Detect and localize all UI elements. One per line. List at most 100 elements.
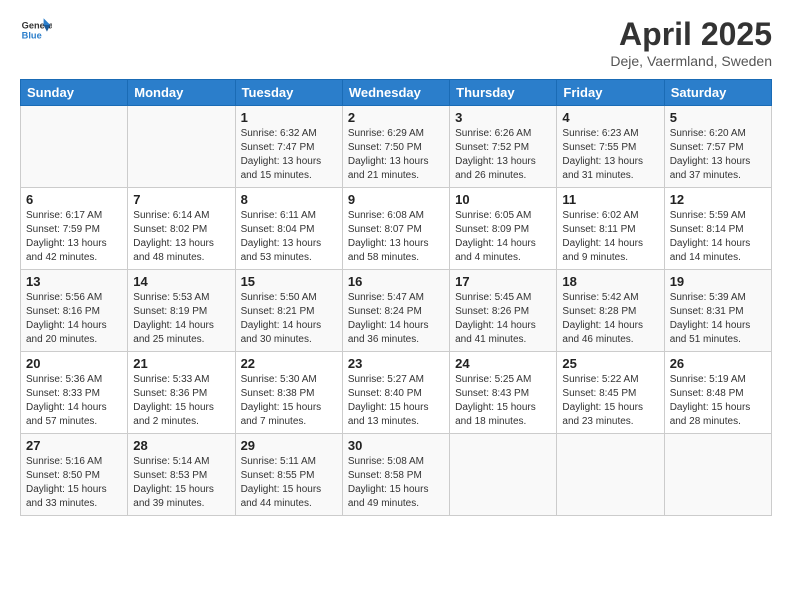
day-info: Sunrise: 5:11 AMSunset: 8:55 PMDaylight:… [241,455,337,511]
weekday-header: Friday [557,80,664,106]
calendar-cell: 30 Sunrise: 5:08 AMSunset: 8:58 PMDayligh… [342,434,449,516]
day-number: 22 [241,356,337,371]
calendar-cell [128,106,235,188]
day-number: 10 [455,192,551,207]
weekday-header: Sunday [21,80,128,106]
weekday-header: Wednesday [342,80,449,106]
calendar-week-row: 20 Sunrise: 5:36 AMSunset: 8:33 PMDayligh… [21,352,772,434]
day-info: Sunrise: 6:32 AMSunset: 7:47 PMDaylight:… [241,127,337,183]
calendar-cell [21,106,128,188]
calendar-week-row: 6Sunrise: 6:17 AMSunset: 7:59 PMDaylight… [21,188,772,270]
day-number: 8 [241,192,337,207]
location: Deje, Vaermland, Sweden [610,53,772,69]
day-info: Sunrise: 6:08 AMSunset: 8:07 PMDaylight:… [348,209,444,265]
day-number: 21 [133,356,229,371]
day-info: Sunrise: 5:36 AMSunset: 8:33 PMDaylight:… [26,373,122,429]
day-number: 14 [133,274,229,289]
day-info: Sunrise: 6:29 AMSunset: 7:50 PMDaylight:… [348,127,444,183]
calendar-cell: 14 Sunrise: 5:53 AMSunset: 8:19 PMDayligh… [128,270,235,352]
day-number: 1 [241,110,337,125]
weekday-header: Thursday [450,80,557,106]
month-title: April 2025 [610,16,772,53]
weekday-header: Tuesday [235,80,342,106]
day-number: 6 [26,192,122,207]
day-info: Sunrise: 5:14 AMSunset: 8:53 PMDaylight:… [133,455,229,511]
calendar-cell: 25Sunrise: 5:22 AMSunset: 8:45 PMDayligh… [557,352,664,434]
calendar-header: SundayMondayTuesdayWednesdayThursdayFrid… [21,80,772,106]
day-number: 11 [562,192,658,207]
calendar-table: SundayMondayTuesdayWednesdayThursdayFrid… [20,79,772,516]
calendar-cell [664,434,771,516]
calendar-cell: 10 Sunrise: 6:05 AMSunset: 8:09 PMDayligh… [450,188,557,270]
day-info: Sunrise: 5:27 AMSunset: 8:40 PMDaylight:… [348,373,444,429]
calendar-cell: 16Sunrise: 5:47 AMSunset: 8:24 PMDayligh… [342,270,449,352]
day-info: Sunrise: 5:22 AMSunset: 8:45 PMDaylight:… [562,373,658,429]
calendar-cell: 1 Sunrise: 6:32 AMSunset: 7:47 PMDaylight… [235,106,342,188]
day-number: 19 [670,274,766,289]
title-block: April 2025 Deje, Vaermland, Sweden [610,16,772,69]
day-number: 26 [670,356,766,371]
calendar-cell: 21 Sunrise: 5:33 AMSunset: 8:36 PMDayligh… [128,352,235,434]
day-info: Sunrise: 5:25 AMSunset: 8:43 PMDaylight:… [455,373,551,429]
day-info: Sunrise: 6:26 AMSunset: 7:52 PMDaylight:… [455,127,551,183]
day-number: 28 [133,438,229,453]
calendar-cell: 29 Sunrise: 5:11 AMSunset: 8:55 PMDayligh… [235,434,342,516]
page: General Blue April 2025 Deje, Vaermland,… [0,0,792,612]
day-info: Sunrise: 5:42 AMSunset: 8:28 PMDaylight:… [562,291,658,347]
day-number: 9 [348,192,444,207]
day-info: Sunrise: 5:53 AMSunset: 8:19 PMDaylight:… [133,291,229,347]
calendar-cell [450,434,557,516]
day-number: 18 [562,274,658,289]
day-number: 7 [133,192,229,207]
day-number: 15 [241,274,337,289]
day-number: 4 [562,110,658,125]
calendar-cell: 22Sunrise: 5:30 AMSunset: 8:38 PMDayligh… [235,352,342,434]
calendar-cell: 3 Sunrise: 6:26 AMSunset: 7:52 PMDaylight… [450,106,557,188]
calendar-cell: 15 Sunrise: 5:50 AMSunset: 8:21 PMDayligh… [235,270,342,352]
day-number: 3 [455,110,551,125]
calendar-cell: 2Sunrise: 6:29 AMSunset: 7:50 PMDaylight… [342,106,449,188]
weekday-header: Monday [128,80,235,106]
day-number: 30 [348,438,444,453]
day-info: Sunrise: 5:08 AMSunset: 8:58 PMDaylight:… [348,455,444,511]
calendar-cell: 9 Sunrise: 6:08 AMSunset: 8:07 PMDaylight… [342,188,449,270]
calendar-cell: 20 Sunrise: 5:36 AMSunset: 8:33 PMDayligh… [21,352,128,434]
day-info: Sunrise: 5:39 AMSunset: 8:31 PMDaylight:… [670,291,766,347]
calendar-cell: 12 Sunrise: 5:59 AMSunset: 8:14 PMDayligh… [664,188,771,270]
calendar-cell: 6Sunrise: 6:17 AMSunset: 7:59 PMDaylight… [21,188,128,270]
calendar-week-row: 27 Sunrise: 5:16 AMSunset: 8:50 PMDayligh… [21,434,772,516]
calendar-cell: 26 Sunrise: 5:19 AMSunset: 8:48 PMDayligh… [664,352,771,434]
calendar-week-row: 1 Sunrise: 6:32 AMSunset: 7:47 PMDaylight… [21,106,772,188]
logo: General Blue [20,16,52,44]
day-number: 27 [26,438,122,453]
day-info: Sunrise: 5:33 AMSunset: 8:36 PMDaylight:… [133,373,229,429]
svg-text:Blue: Blue [22,30,42,40]
day-info: Sunrise: 6:02 AMSunset: 8:11 PMDaylight:… [562,209,658,265]
day-info: Sunrise: 6:14 AMSunset: 8:02 PMDaylight:… [133,209,229,265]
day-number: 12 [670,192,766,207]
calendar-week-row: 13Sunrise: 5:56 AMSunset: 8:16 PMDayligh… [21,270,772,352]
day-info: Sunrise: 6:05 AMSunset: 8:09 PMDaylight:… [455,209,551,265]
day-info: Sunrise: 6:11 AMSunset: 8:04 PMDaylight:… [241,209,337,265]
calendar-cell: 13Sunrise: 5:56 AMSunset: 8:16 PMDayligh… [21,270,128,352]
calendar-cell: 4Sunrise: 6:23 AMSunset: 7:55 PMDaylight… [557,106,664,188]
calendar-cell: 24 Sunrise: 5:25 AMSunset: 8:43 PMDayligh… [450,352,557,434]
day-info: Sunrise: 5:16 AMSunset: 8:50 PMDaylight:… [26,455,122,511]
calendar-cell: 5Sunrise: 6:20 AMSunset: 7:57 PMDaylight… [664,106,771,188]
day-number: 23 [348,356,444,371]
calendar-cell: 8 Sunrise: 6:11 AMSunset: 8:04 PMDaylight… [235,188,342,270]
day-number: 29 [241,438,337,453]
calendar-cell: 27 Sunrise: 5:16 AMSunset: 8:50 PMDayligh… [21,434,128,516]
calendar-body: 1 Sunrise: 6:32 AMSunset: 7:47 PMDaylight… [21,106,772,516]
calendar-cell: 28 Sunrise: 5:14 AMSunset: 8:53 PMDayligh… [128,434,235,516]
day-number: 13 [26,274,122,289]
day-number: 16 [348,274,444,289]
day-number: 20 [26,356,122,371]
header: General Blue April 2025 Deje, Vaermland,… [20,16,772,69]
weekday-header: Saturday [664,80,771,106]
day-number: 24 [455,356,551,371]
weekday-row: SundayMondayTuesdayWednesdayThursdayFrid… [21,80,772,106]
day-info: Sunrise: 5:59 AMSunset: 8:14 PMDaylight:… [670,209,766,265]
day-info: Sunrise: 5:50 AMSunset: 8:21 PMDaylight:… [241,291,337,347]
day-info: Sunrise: 5:19 AMSunset: 8:48 PMDaylight:… [670,373,766,429]
